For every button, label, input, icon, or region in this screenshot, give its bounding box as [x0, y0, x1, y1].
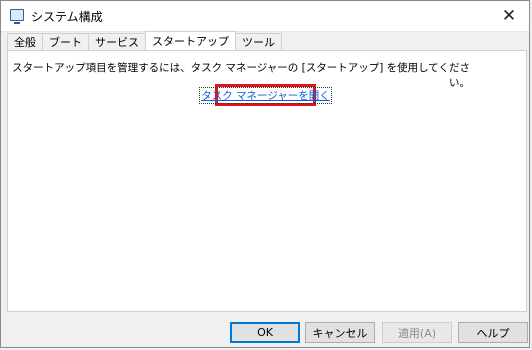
close-button[interactable]: ✕ — [489, 1, 529, 31]
dialog-footer: OK キャンセル 適用(A) ヘルプ — [1, 313, 529, 349]
window-title: システム構成 — [31, 10, 103, 24]
tab-strip: 全般 ブート サービス スタートアップ ツール — [7, 31, 282, 51]
apply-button[interactable]: 適用(A) — [382, 322, 452, 343]
msconfig-app-icon — [10, 9, 24, 24]
tab-general[interactable]: 全般 — [7, 33, 43, 50]
link-highlight-box: タスク マネージャーを開く — [199, 84, 332, 106]
title-bar: システム構成 ✕ — [1, 1, 529, 32]
help-button[interactable]: ヘルプ — [458, 322, 528, 343]
ok-button[interactable]: OK — [230, 322, 300, 343]
tab-startup[interactable]: スタートアップ — [145, 31, 236, 50]
tab-tools[interactable]: ツール — [235, 33, 282, 50]
tab-boot[interactable]: ブート — [42, 33, 89, 50]
tab-services[interactable]: サービス — [88, 33, 146, 50]
startup-panel: スタートアップ項目を管理するには、タスク マネージャーの [スタートアップ] を… — [7, 50, 527, 312]
open-task-manager-link[interactable]: タスク マネージャーを開く — [199, 86, 332, 104]
cancel-button[interactable]: キャンセル — [305, 322, 375, 343]
system-configuration-window: システム構成 ✕ 全般 ブート サービス スタートアップ ツール スタートアップ… — [0, 0, 530, 348]
